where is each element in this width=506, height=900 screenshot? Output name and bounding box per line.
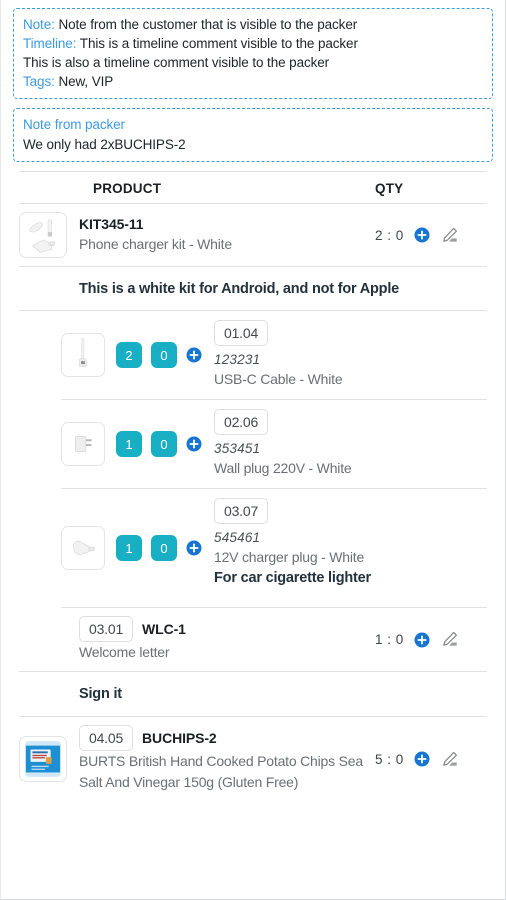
- product-info: KIT345-11 Phone charger kit - White: [79, 215, 367, 255]
- table-row[interactable]: 03.01 WLC-1 Welcome letter 1 : 0: [19, 608, 487, 672]
- qty-cell: 2 : 0: [367, 226, 487, 245]
- product-thumbnail-chips: [19, 736, 67, 782]
- product-name: Welcome letter: [79, 644, 170, 660]
- product-sku: WLC-1: [142, 620, 186, 637]
- notes-section: Note: Note from the customer that is vis…: [1, 0, 505, 162]
- component-thumbnail-cable: [61, 333, 105, 377]
- pencil-icon[interactable]: [440, 630, 459, 649]
- car-charger-icon: [73, 540, 95, 555]
- picked-qty-badge[interactable]: 1: [116, 431, 142, 457]
- plus-circle-icon[interactable]: [414, 227, 430, 243]
- location-badge: 02.06: [214, 409, 269, 435]
- component-info: 02.06 353451 Wall plug 220V - White: [214, 409, 487, 479]
- note-text: Note from the customer that is visible t…: [58, 17, 358, 32]
- phone-charger-kit-icon: [29, 219, 55, 253]
- qty-value: 2 : 0: [375, 227, 404, 243]
- plus-circle-icon[interactable]: [414, 632, 430, 648]
- packer-note-text: We only had 2xBUCHIPS-2: [23, 137, 186, 152]
- component-info: 03.07 545461 12V charger plug - White Fo…: [214, 498, 487, 598]
- packer-note-title: Note from packer: [23, 117, 125, 132]
- picked-qty-badge[interactable]: 2: [116, 342, 142, 368]
- list-item[interactable]: 1 0 02.06 353451 Wall plug 220V - White: [61, 400, 487, 489]
- product-table: PRODUCT QTY KIT345-11 Phone charger kit …: [1, 171, 505, 801]
- location-badge: 03.07: [214, 498, 269, 524]
- timeline-text: This is a timeline comment visible to th…: [79, 36, 358, 51]
- component-info: 01.04 123231 USB-C Cable - White: [214, 320, 487, 390]
- location-badge: 01.04: [214, 320, 269, 346]
- product-info: 04.05 BUCHIPS-2 BURTS British Hand Cooke…: [79, 725, 367, 793]
- kit-note: This is a white kit for Android, and not…: [19, 267, 487, 311]
- timeline-note-line-2: This is also a timeline comment visible …: [23, 55, 330, 70]
- kit-components-list: 2 0 01.04 123231 USB-C Cable - White 1 0…: [11, 311, 495, 608]
- component-name: USB-C Cable - White: [214, 371, 343, 387]
- component-ean: 123231: [214, 352, 261, 367]
- qty-cell: 5 : 0: [367, 750, 487, 769]
- note-label: Note:: [23, 17, 55, 32]
- product-name: Phone charger kit - White: [79, 236, 232, 252]
- product-thumbnail-kit: [19, 212, 67, 258]
- product-sku: KIT345-11: [79, 216, 144, 232]
- burts-chips-icon: [25, 741, 61, 777]
- product-thumbnail-placeholder: [19, 616, 67, 663]
- plus-circle-icon[interactable]: [186, 540, 202, 556]
- plus-circle-icon[interactable]: [186, 347, 202, 363]
- plus-circle-icon[interactable]: [414, 751, 430, 767]
- product-name: BURTS British Hand Cooked Potato Chips S…: [79, 753, 363, 790]
- qty-value: 1 : 0: [375, 632, 404, 647]
- product-heading: 03.01 WLC-1: [79, 616, 367, 642]
- table-header-row: PRODUCT QTY: [19, 171, 487, 204]
- table-row[interactable]: 04.05 BUCHIPS-2 BURTS British Hand Cooke…: [19, 717, 487, 801]
- tags-line: Tags: New, VIP: [23, 72, 483, 91]
- packing-list-page: Note: Note from the customer that is vis…: [0, 0, 506, 900]
- customer-note-box: Note: Note from the customer that is vis…: [13, 8, 493, 99]
- qty-cell: 1 : 0: [367, 630, 487, 649]
- table-row[interactable]: KIT345-11 Phone charger kit - White 2 : …: [19, 204, 487, 267]
- packer-note-box: Note from packer We only had 2xBUCHIPS-2: [13, 108, 493, 162]
- remaining-qty-badge[interactable]: 0: [151, 535, 177, 561]
- column-header-product: PRODUCT: [93, 181, 162, 196]
- component-note: For car cigarette lighter: [214, 570, 371, 586]
- remaining-qty-badge[interactable]: 0: [151, 431, 177, 457]
- location-badge: 04.05: [79, 725, 134, 751]
- tags-text: New, VIP: [58, 74, 114, 89]
- qty-value: 5 : 0: [375, 751, 404, 767]
- picked-qty-badge[interactable]: 1: [116, 535, 142, 561]
- component-ean: 545461: [214, 530, 261, 545]
- product-note: Sign it: [19, 672, 487, 717]
- product-heading: 04.05 BUCHIPS-2: [79, 725, 367, 751]
- location-badge: 03.01: [79, 616, 134, 642]
- component-thumbnail-carplug: [61, 526, 105, 570]
- component-ean: 353451: [214, 441, 261, 456]
- remaining-qty-badge[interactable]: 0: [151, 342, 177, 368]
- customer-note-line: Note: Note from the customer that is vis…: [23, 15, 483, 34]
- product-info: 03.01 WLC-1 Welcome letter: [79, 616, 367, 663]
- wall-plug-icon: [75, 436, 92, 452]
- component-name: 12V charger plug - White: [214, 549, 365, 565]
- tags-label: Tags:: [23, 74, 55, 89]
- column-header-qty: QTY: [375, 181, 404, 196]
- product-sku: BUCHIPS-2: [142, 729, 217, 746]
- list-item[interactable]: 1 0 03.07 545461 12V charger plug - Whit…: [61, 489, 487, 608]
- timeline-note-line: Timeline: This is a timeline comment vis…: [23, 34, 483, 53]
- list-item[interactable]: 2 0 01.04 123231 USB-C Cable - White: [61, 311, 487, 400]
- component-name: Wall plug 220V - White: [214, 460, 352, 476]
- pencil-icon[interactable]: [440, 750, 459, 769]
- plus-circle-icon[interactable]: [186, 436, 202, 452]
- timeline-label: Timeline:: [23, 36, 77, 51]
- component-thumbnail-wallplug: [61, 422, 105, 466]
- pencil-icon[interactable]: [440, 226, 459, 245]
- usb-c-cable-icon: [79, 338, 87, 367]
